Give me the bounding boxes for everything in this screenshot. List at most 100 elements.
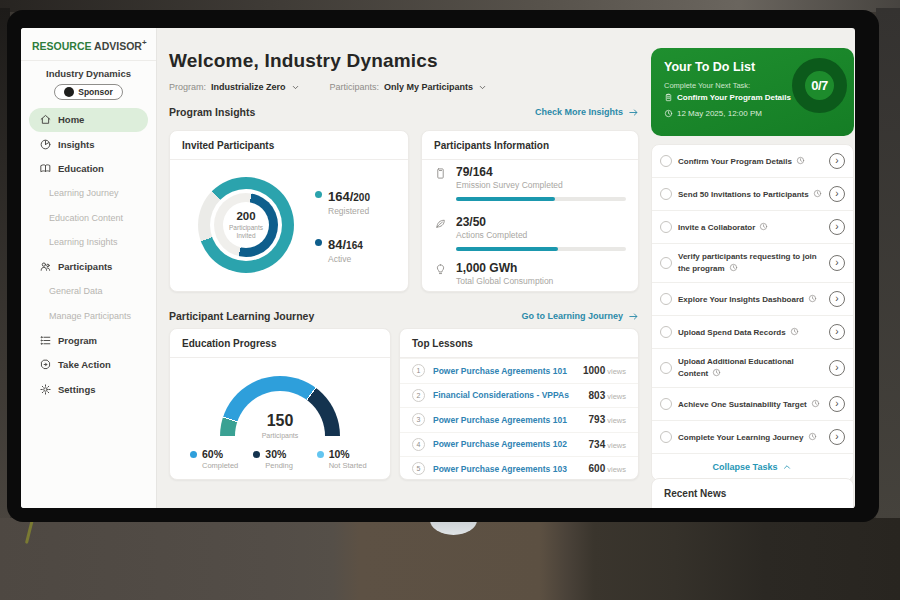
sidebar-item-take-action[interactable]: Take Action xyxy=(29,353,148,378)
sidebar-item-education[interactable]: Education xyxy=(29,157,148,182)
task-checkbox[interactable] xyxy=(660,155,672,167)
task-item[interactable]: Achieve One Sustainability Target › xyxy=(652,387,853,420)
top-lessons-card: Top Lessons 1 Power Purchase Agreements … xyxy=(399,328,639,480)
task-checkbox[interactable] xyxy=(660,221,672,233)
page-title: Welcome, Industry Dynamics xyxy=(169,50,438,72)
task-checkbox[interactable] xyxy=(660,293,672,305)
sidebar-item-learning-insights[interactable]: Learning Insights xyxy=(29,230,148,255)
clock-icon xyxy=(808,294,817,303)
lesson-rank: 1 xyxy=(412,364,425,377)
lesson-rank: 3 xyxy=(412,413,425,426)
leaf-icon xyxy=(434,216,447,229)
task-checkbox[interactable] xyxy=(660,398,672,410)
lesson-link[interactable]: Power Purchase Agreements 101 xyxy=(433,415,581,425)
task-open-button[interactable]: › xyxy=(829,396,845,412)
arrow-right-icon xyxy=(628,107,639,118)
task-item[interactable]: Upload Additional Educational Content › xyxy=(652,348,853,387)
task-open-button[interactable]: › xyxy=(829,360,845,376)
task-item[interactable]: Explore Your Insights Dashboard › xyxy=(652,282,853,315)
task-open-button[interactable]: › xyxy=(829,255,845,271)
logo-text-primary: RESOURCE xyxy=(32,40,92,52)
task-checkbox[interactable] xyxy=(660,362,672,374)
clock-icon xyxy=(790,327,799,336)
legend-not-started: 10% Not Started xyxy=(317,448,380,470)
task-item[interactable]: Complete Your Learning Journey › xyxy=(652,420,853,453)
lesson-link[interactable]: Financial Considerations - VPPAs xyxy=(433,390,581,400)
gauge-center-label: Participants xyxy=(170,432,390,439)
clock-icon xyxy=(808,432,817,441)
legend-completed: 60% Completed xyxy=(190,448,253,470)
recent-news-card: Recent News xyxy=(651,478,854,508)
legend-active: 84/164 Active xyxy=(315,235,370,264)
gauge-center-value: 150 xyxy=(170,413,390,429)
lesson-row: 2 Financial Considerations - VPPAs 803vi… xyxy=(400,383,638,408)
lesson-row: 1 Power Purchase Agreements 101 1000view… xyxy=(400,358,638,383)
program-filter[interactable]: Program: Industrialize Zero xyxy=(169,82,300,92)
lesson-rank: 4 xyxy=(412,438,425,451)
sponsor-icon xyxy=(64,87,74,97)
bulb-icon xyxy=(434,262,447,275)
lesson-rank: 5 xyxy=(412,462,425,475)
program-icon xyxy=(39,334,52,347)
sidebar-item-participants[interactable]: Participants xyxy=(29,255,148,280)
sidebar: RESOURCE ADVISOR+ Industry Dynamics Spon… xyxy=(21,28,157,508)
task-open-button[interactable]: › xyxy=(829,186,845,202)
sidebar-item-settings[interactable]: Settings xyxy=(29,377,148,402)
sidebar-item-general-data[interactable]: General Data xyxy=(29,279,148,304)
task-checkbox[interactable] xyxy=(660,188,672,200)
chevron-up-icon xyxy=(782,462,792,472)
lesson-row: 3 Power Purchase Agreements 101 793views xyxy=(400,407,638,432)
clock-icon xyxy=(811,399,820,408)
stat-emission-survey: 79/164 Emission Survey Completed xyxy=(422,165,640,201)
sidebar-item-home[interactable]: Home xyxy=(29,108,148,133)
task-checkbox[interactable] xyxy=(660,257,672,269)
lesson-link[interactable]: Power Purchase Agreements 103 xyxy=(433,464,581,474)
participants-icon xyxy=(39,260,52,273)
donut-center-label: Participants Invited xyxy=(223,224,269,240)
education-icon xyxy=(39,162,52,175)
todo-progress-ring: 0/7 xyxy=(792,58,847,113)
lesson-link[interactable]: Power Purchase Agreements 102 xyxy=(433,439,581,449)
task-open-button[interactable]: › xyxy=(829,324,845,340)
task-open-button[interactable]: › xyxy=(829,429,845,445)
task-item[interactable]: Invite a Collaborator › xyxy=(652,210,853,243)
go-to-learning-journey-link[interactable]: Go to Learning Journey xyxy=(521,311,639,322)
todo-due-date: 12 May 2025, 12:00 PM xyxy=(664,109,762,118)
todo-task-list: Confirm Your Program Details › Send 50 I… xyxy=(651,144,854,481)
task-item[interactable]: Upload Spend Data Records › xyxy=(652,315,853,348)
progress-bar xyxy=(456,247,626,251)
task-open-button[interactable]: › xyxy=(829,219,845,235)
gauge-center: 150 Participants xyxy=(170,413,390,439)
legend-dot xyxy=(315,239,322,246)
collapse-tasks-link[interactable]: Collapse Tasks xyxy=(652,453,853,480)
legend-dot xyxy=(190,451,197,458)
participants-filter[interactable]: Participants: Only My Participants xyxy=(330,82,488,92)
sponsor-badge[interactable]: Sponsor xyxy=(54,84,122,100)
task-item[interactable]: Send 50 Invitations to Participants › xyxy=(652,177,853,210)
task-open-button[interactable]: › xyxy=(829,153,845,169)
task-item[interactable]: Confirm Your Program Details › xyxy=(652,145,853,177)
sidebar-item-manage-participants[interactable]: Manage Participants xyxy=(29,304,148,329)
insights-icon xyxy=(39,138,52,151)
learning-journey-header: Participant Learning Journey Go to Learn… xyxy=(169,310,639,322)
legend-dot xyxy=(317,451,324,458)
clock-icon xyxy=(796,156,805,165)
sidebar-item-learning-journey[interactable]: Learning Journey xyxy=(29,181,148,206)
task-checkbox[interactable] xyxy=(660,326,672,338)
clock-icon xyxy=(759,222,768,231)
legend-pending: 30% Pending xyxy=(253,448,316,470)
check-more-insights-link[interactable]: Check More Insights xyxy=(535,107,639,118)
clock-icon xyxy=(712,368,721,377)
stat-total-consumption: 1,000 GWh Total Global Consumption xyxy=(422,261,640,286)
task-checkbox[interactable] xyxy=(660,431,672,443)
lesson-link[interactable]: Power Purchase Agreements 101 xyxy=(433,366,575,376)
clock-icon xyxy=(813,189,822,198)
clock-icon xyxy=(664,109,673,118)
task-open-button[interactable]: › xyxy=(829,291,845,307)
sidebar-item-insights[interactable]: Insights xyxy=(29,132,148,157)
education-progress-card: Education Progress 150 Participants 60% … xyxy=(169,328,391,480)
lesson-rank: 2 xyxy=(412,389,425,402)
sidebar-item-program[interactable]: Program xyxy=(29,328,148,353)
task-item[interactable]: Verify participants requesting to join t… xyxy=(652,243,853,282)
sidebar-item-education-content[interactable]: Education Content xyxy=(29,206,148,231)
